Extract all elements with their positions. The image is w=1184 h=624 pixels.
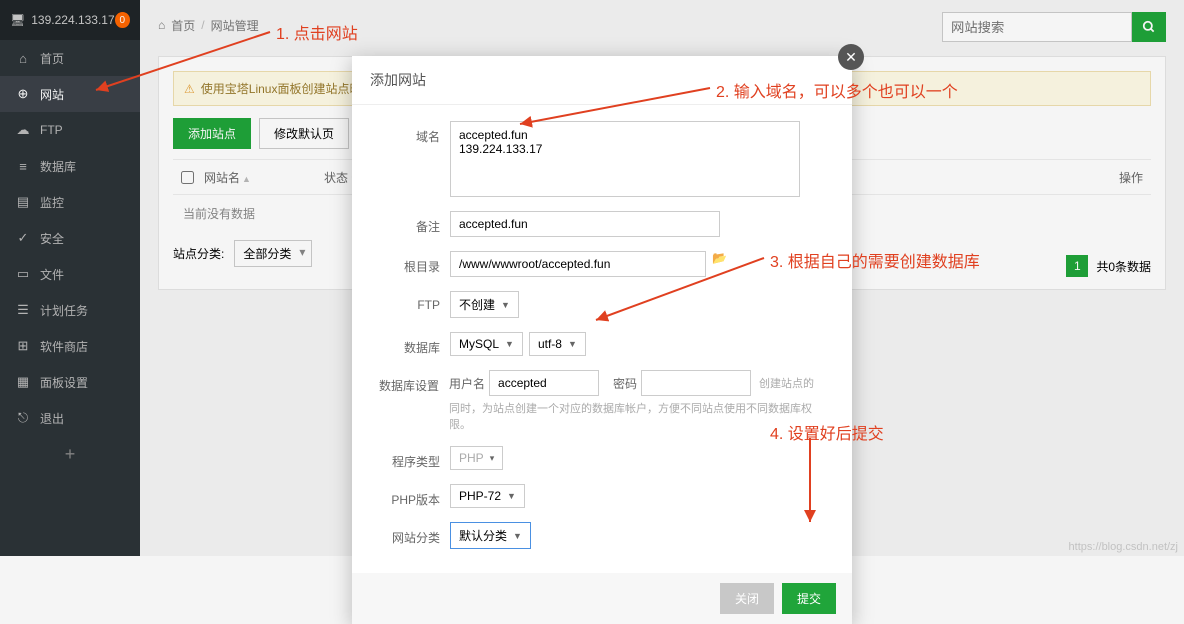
sitecat-select[interactable]: 默认分类▼	[450, 522, 531, 549]
php-label: PHP版本	[376, 484, 440, 508]
db-pwd-label: 密码	[613, 375, 637, 392]
caret-icon: ▼	[505, 339, 514, 349]
ftp-label: FTP	[376, 291, 440, 312]
add-site-modal: ✕ 添加网站 域名 accepted.fun 139.224.133.17 备注…	[352, 56, 852, 624]
db-user-label: 用户名	[449, 375, 485, 392]
sitecat-label: 网站分类	[376, 522, 440, 546]
db-pwd-input[interactable]	[641, 370, 751, 396]
submit-button[interactable]: 提交	[782, 583, 836, 614]
remark-label: 备注	[376, 211, 440, 235]
prog-select[interactable]: PHP▾	[450, 446, 503, 470]
cancel-button[interactable]: 关闭	[720, 583, 774, 614]
caret-icon: ▾	[490, 453, 495, 464]
modal-body: 域名 accepted.fun 139.224.133.17 备注 根目录 📂 …	[352, 105, 852, 573]
modal-close-button[interactable]: ✕	[838, 44, 864, 70]
db-site-hint: 创建站点的	[759, 375, 814, 391]
db-charset-select[interactable]: utf-8▼	[529, 332, 586, 356]
root-label: 根目录	[376, 251, 440, 275]
folder-open-icon[interactable]: 📂	[712, 251, 727, 265]
domain-input[interactable]: accepted.fun 139.224.133.17	[450, 121, 800, 197]
caret-icon: ▼	[501, 300, 510, 310]
remark-input[interactable]	[450, 211, 720, 237]
root-input[interactable]	[450, 251, 706, 277]
db-type-select[interactable]: MySQL▼	[450, 332, 523, 356]
db-hint: 同时，为站点创建一个对应的数据库帐户，方便不同站点使用不同数据库权限。	[449, 400, 828, 432]
modal-title: 添加网站	[352, 56, 852, 105]
dbset-label: 数据库设置	[376, 370, 439, 394]
caret-icon: ▼	[513, 531, 522, 541]
modal-footer: 关闭 提交	[352, 573, 852, 624]
caret-icon: ▼	[507, 491, 516, 501]
caret-icon: ▼	[568, 339, 577, 349]
ftp-select[interactable]: 不创建▼	[450, 291, 519, 318]
prog-label: 程序类型	[376, 446, 440, 470]
db-label: 数据库	[376, 332, 440, 356]
domain-label: 域名	[376, 121, 440, 145]
close-icon: ✕	[845, 49, 857, 66]
db-user-input[interactable]	[489, 370, 599, 396]
php-select[interactable]: PHP-72▼	[450, 484, 525, 508]
watermark: https://blog.csdn.net/zj	[1069, 541, 1178, 553]
